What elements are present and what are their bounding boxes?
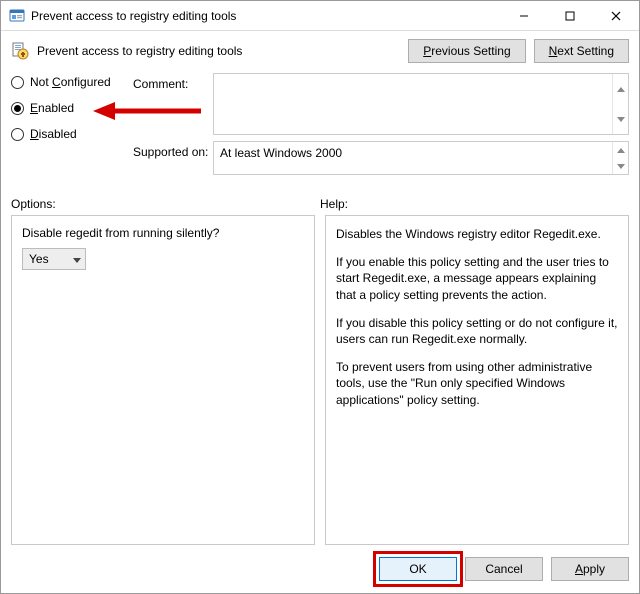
radio-not-configured[interactable]: Not Configured bbox=[11, 75, 133, 89]
radio-circle-icon bbox=[11, 102, 24, 115]
close-button[interactable] bbox=[593, 1, 639, 30]
minimize-button[interactable] bbox=[501, 1, 547, 30]
maximize-button[interactable] bbox=[547, 1, 593, 30]
comment-label: Comment: bbox=[133, 73, 213, 91]
panels: Disable regedit from running silently? Y… bbox=[1, 215, 639, 545]
window-title: Prevent access to registry editing tools bbox=[31, 9, 501, 23]
scroll-down-icon[interactable] bbox=[613, 104, 628, 134]
help-paragraph: To prevent users from using other admini… bbox=[336, 359, 618, 408]
help-paragraph: If you disable this policy setting or do… bbox=[336, 315, 618, 347]
section-labels: Options: Help: bbox=[1, 189, 639, 215]
ok-button[interactable]: OK bbox=[379, 557, 457, 581]
regedit-silent-select[interactable]: Yes bbox=[22, 248, 86, 270]
select-value: Yes bbox=[29, 252, 49, 266]
cancel-button[interactable]: Cancel bbox=[465, 557, 543, 581]
policy-title: Prevent access to registry editing tools bbox=[37, 44, 400, 58]
comment-scroll-arrows bbox=[612, 74, 628, 134]
previous-setting-button[interactable]: Previous Setting bbox=[408, 39, 525, 63]
radio-label: Enabled bbox=[30, 101, 74, 115]
next-setting-button[interactable]: Next Setting bbox=[534, 39, 629, 63]
supported-on-label: Supported on: bbox=[133, 141, 213, 159]
config-area: Not Configured Enabled Disabled Comment: bbox=[1, 73, 639, 189]
state-radio-group: Not Configured Enabled Disabled bbox=[11, 73, 133, 141]
chevron-down-icon bbox=[73, 252, 81, 266]
policy-dialog: Prevent access to registry editing tools bbox=[0, 0, 640, 594]
help-paragraph: Disables the Windows registry editor Reg… bbox=[336, 226, 618, 242]
radio-circle-icon bbox=[11, 128, 24, 141]
window-buttons bbox=[501, 1, 639, 30]
radio-enabled[interactable]: Enabled bbox=[11, 101, 133, 115]
help-paragraph: If you enable this policy setting and th… bbox=[336, 254, 618, 303]
scroll-down-icon[interactable] bbox=[613, 158, 628, 174]
radio-label: Not Configured bbox=[30, 75, 111, 89]
help-label: Help: bbox=[320, 197, 629, 211]
options-panel: Disable regedit from running silently? Y… bbox=[11, 215, 315, 545]
policy-header: Prevent access to registry editing tools… bbox=[1, 31, 639, 73]
app-icon bbox=[9, 8, 25, 24]
supported-scroll-arrows bbox=[612, 142, 628, 174]
supported-on-field: At least Windows 2000 bbox=[213, 141, 629, 175]
titlebar: Prevent access to registry editing tools bbox=[1, 1, 639, 31]
radio-disabled[interactable]: Disabled bbox=[11, 127, 133, 141]
option-row-label: Disable regedit from running silently? bbox=[22, 226, 304, 240]
policy-icon bbox=[11, 42, 29, 60]
apply-button[interactable]: Apply bbox=[551, 557, 629, 581]
supported-on-value: At least Windows 2000 bbox=[220, 146, 342, 160]
options-label: Options: bbox=[11, 197, 320, 211]
scroll-up-icon[interactable] bbox=[613, 74, 628, 104]
scroll-up-icon[interactable] bbox=[613, 142, 628, 158]
comment-field[interactable] bbox=[213, 73, 629, 135]
dialog-button-row: OK Cancel Apply bbox=[1, 545, 639, 593]
radio-circle-icon bbox=[11, 76, 24, 89]
help-panel: Disables the Windows registry editor Reg… bbox=[325, 215, 629, 545]
radio-label: Disabled bbox=[30, 127, 77, 141]
